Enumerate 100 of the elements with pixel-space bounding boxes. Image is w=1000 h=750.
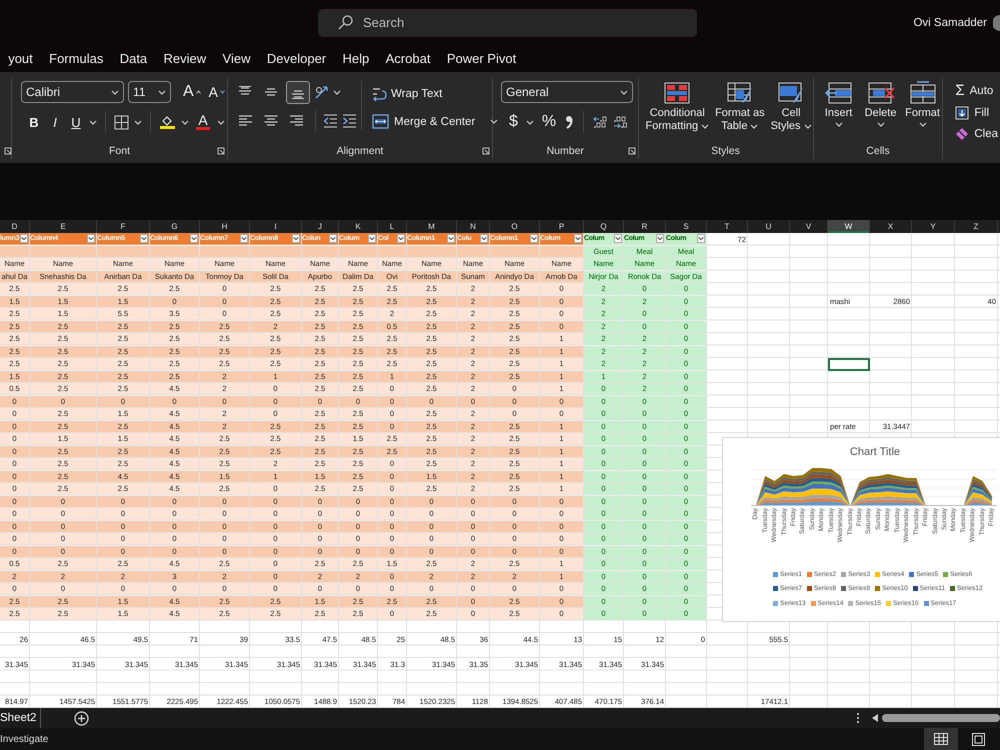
group-label: Alignment bbox=[336, 145, 384, 157]
menu-tab[interactable]: Help bbox=[334, 45, 378, 72]
caret-up-icon bbox=[196, 90, 201, 94]
conditional-formatting-icon bbox=[663, 81, 692, 105]
launcher-icon[interactable] bbox=[482, 147, 490, 155]
caret-icon bbox=[490, 119, 498, 124]
clear-button[interactable]: Clea bbox=[953, 126, 1000, 142]
cell-styles-button[interactable]: Cell Styles bbox=[770, 81, 813, 133]
align-left-icon[interactable] bbox=[238, 115, 252, 127]
font-size-dropdown[interactable]: 11 bbox=[128, 81, 171, 103]
decrease-indent-icon[interactable] bbox=[323, 114, 338, 128]
currency-button[interactable]: $ bbox=[507, 112, 520, 132]
increase-indent-icon[interactable] bbox=[342, 114, 357, 128]
caret-icon bbox=[330, 236, 336, 242]
grow-font-button[interactable]: A bbox=[180, 82, 203, 102]
caret-icon bbox=[88, 236, 94, 242]
underline-button[interactable]: U bbox=[68, 114, 84, 130]
search-icon bbox=[338, 15, 353, 30]
filter-button[interactable] bbox=[20, 234, 28, 244]
align-center-icon[interactable] bbox=[264, 115, 278, 127]
fill-button[interactable]: Fill bbox=[953, 105, 1000, 121]
filter-button[interactable] bbox=[530, 234, 538, 244]
font-color-button[interactable]: A bbox=[194, 113, 212, 131]
filter-button[interactable] bbox=[329, 234, 337, 244]
filter-button[interactable] bbox=[140, 234, 148, 244]
caret-icon bbox=[241, 236, 247, 242]
autosum-button[interactable]: Σ Auto bbox=[953, 81, 1000, 100]
caret-icon bbox=[191, 236, 197, 242]
menu-tab[interactable]: Power Pivot bbox=[438, 45, 524, 72]
font-name-dropdown[interactable]: Calibri bbox=[21, 81, 124, 103]
filter-button[interactable] bbox=[87, 234, 95, 244]
merge-icon bbox=[372, 114, 389, 129]
menu-tab[interactable]: Formulas bbox=[40, 45, 112, 72]
percent-button[interactable]: % bbox=[540, 112, 558, 132]
user-name: Ovi Samadder bbox=[913, 16, 987, 28]
orientation-icon[interactable] bbox=[314, 85, 329, 100]
insert-button[interactable]: Insert bbox=[820, 81, 858, 127]
align-right-icon[interactable] bbox=[290, 115, 304, 127]
caret-icon bbox=[620, 90, 628, 94]
increase-decimal-icon[interactable] bbox=[593, 116, 608, 128]
menu-tab[interactable]: View bbox=[214, 45, 259, 72]
launcher-icon[interactable] bbox=[628, 147, 636, 155]
caret-icon bbox=[750, 124, 758, 129]
group-label: Styles bbox=[711, 145, 740, 157]
menu-tab[interactable]: Review bbox=[155, 45, 214, 72]
filter-button[interactable] bbox=[656, 234, 664, 244]
search-input[interactable]: Search bbox=[363, 15, 563, 30]
number-format-dropdown[interactable]: General bbox=[501, 81, 633, 103]
view-button[interactable] bbox=[924, 728, 958, 750]
filter-button[interactable] bbox=[292, 234, 300, 244]
filter-button[interactable] bbox=[574, 234, 582, 244]
more-options-icon[interactable] bbox=[856, 712, 860, 724]
italic-button[interactable]: I bbox=[47, 114, 63, 130]
format-as-table-button[interactable]: Format as Table bbox=[714, 81, 766, 133]
menu-tab[interactable]: Data bbox=[112, 45, 156, 72]
group-label: Number bbox=[546, 145, 584, 157]
format-button[interactable]: Format bbox=[904, 81, 942, 127]
filter-button[interactable] bbox=[397, 234, 405, 244]
wrap-text-button[interactable]: Wrap Text bbox=[370, 85, 500, 103]
caret-icon bbox=[293, 236, 299, 242]
scroll-left-icon[interactable] bbox=[872, 714, 878, 722]
menu-tab[interactable]: yout bbox=[0, 45, 41, 72]
filter-button[interactable] bbox=[697, 234, 705, 244]
scrollbar-thumb[interactable] bbox=[882, 714, 1000, 722]
caret-icon bbox=[918, 122, 927, 127]
caret-icon bbox=[526, 120, 534, 124]
conditional-formatting-button[interactable]: Conditional Formatting bbox=[644, 81, 710, 133]
launcher-icon[interactable] bbox=[217, 147, 225, 155]
caret-icon bbox=[398, 236, 404, 242]
filter-button[interactable] bbox=[368, 234, 376, 244]
shrink-font-button[interactable]: A bbox=[206, 83, 227, 101]
caret-icon bbox=[141, 236, 147, 242]
group-label: Cells bbox=[866, 145, 890, 157]
format-table-icon bbox=[726, 81, 754, 105]
comma-style-icon[interactable] bbox=[564, 115, 574, 129]
filter-button[interactable] bbox=[240, 234, 248, 244]
fill-color-icon[interactable] bbox=[159, 114, 176, 130]
decrease-decimal-icon[interactable] bbox=[613, 116, 628, 128]
menu-tab[interactable]: Acrobat bbox=[377, 45, 439, 72]
filter-button[interactable] bbox=[614, 234, 622, 244]
bold-button[interactable]: B bbox=[26, 114, 42, 130]
merge-center-button[interactable]: Merge & Center bbox=[370, 113, 500, 130]
caret-icon bbox=[657, 236, 663, 242]
add-sheet-icon[interactable] bbox=[74, 710, 90, 726]
column-letter[interactable]: W bbox=[828, 220, 870, 233]
filter-button[interactable] bbox=[447, 234, 455, 244]
delete-button[interactable]: Delete bbox=[862, 81, 900, 127]
page-layout-icon bbox=[972, 732, 986, 746]
caret-icon bbox=[804, 124, 812, 129]
filter-button[interactable] bbox=[190, 234, 198, 244]
filter-button[interactable] bbox=[480, 234, 488, 244]
launcher-icon[interactable] bbox=[4, 147, 12, 155]
borders-icon[interactable] bbox=[114, 114, 129, 130]
caret-icon bbox=[701, 124, 710, 129]
search-bar[interactable]: Search bbox=[318, 8, 697, 36]
normal-view-icon bbox=[934, 732, 948, 746]
menu-tab[interactable]: Developer bbox=[258, 45, 334, 72]
bottom-align-button[interactable] bbox=[286, 81, 310, 104]
insert-cells-icon bbox=[824, 81, 853, 105]
fill-down-icon bbox=[955, 106, 970, 120]
